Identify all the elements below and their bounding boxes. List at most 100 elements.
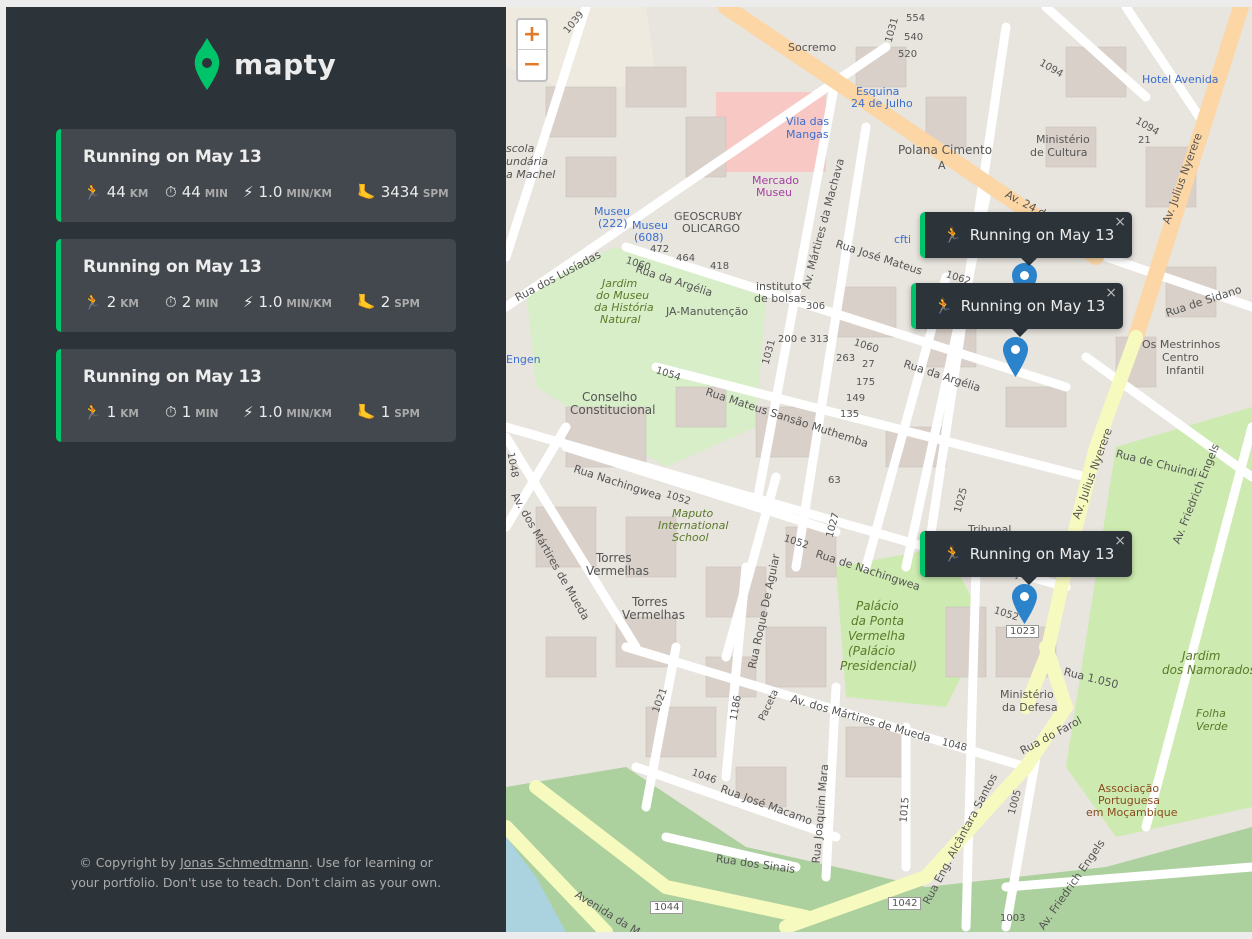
cadence-value: 1 xyxy=(380,403,391,421)
app-name: mapty xyxy=(234,47,337,81)
map-place-label: Centro xyxy=(1162,351,1199,364)
map-number-label: 472 xyxy=(650,244,670,255)
map-place-label: Torres xyxy=(596,551,632,565)
pace-value: 1.0 xyxy=(258,183,283,201)
cadence-detail: 🦶 3434 spm xyxy=(357,183,449,201)
workout-popup[interactable]: 🏃 Running on May 13 × xyxy=(920,212,1132,266)
map-place-label: (222) xyxy=(598,217,628,230)
zoom-in-button[interactable]: + xyxy=(518,20,546,50)
running-icon: 🏃 xyxy=(943,226,962,244)
map-place-label: a Machel xyxy=(506,168,556,181)
map-place-label: Os Mestrinhos xyxy=(1142,338,1221,351)
running-icon: 🏃 xyxy=(83,183,102,201)
cadence-unit: spm xyxy=(394,408,420,420)
logo: mapty xyxy=(192,38,336,90)
distance-unit: km xyxy=(129,188,149,200)
workout-item[interactable]: Running on May 13 🏃 1 km ⏱ 1 min ⚡ 1.0 xyxy=(56,349,456,442)
running-icon: 🏃 xyxy=(83,293,102,311)
workout-item[interactable]: Running on May 13 🏃 44 km ⏱ 44 min ⚡ 1. xyxy=(56,129,456,222)
stopwatch-icon: ⏱ xyxy=(165,183,177,201)
app: mapty Running on May 13 🏃 44 km ⏱ 44 min xyxy=(6,7,1252,932)
distance-detail: 🏃 44 km xyxy=(83,183,165,201)
popup-close-button[interactable]: × xyxy=(1105,285,1117,301)
distance-value: 1 xyxy=(106,403,117,421)
copyright-prefix: © Copyright by xyxy=(79,855,181,870)
map-place-label: Infantil xyxy=(1166,364,1205,377)
duration-value: 44 xyxy=(181,183,201,201)
map-number-label: 540 xyxy=(904,32,924,43)
pace-value: 1.0 xyxy=(258,403,283,421)
map-place-label: 24 de Julho xyxy=(851,97,913,110)
map-place-label: Vermelhas xyxy=(622,608,685,622)
popup-text: Running on May 13 xyxy=(969,226,1115,244)
map-place-label: Museu xyxy=(756,186,792,199)
footprint-icon: 🦶 xyxy=(357,183,376,201)
road-shield: 1042 xyxy=(888,897,922,910)
popup-close-button[interactable]: × xyxy=(1114,533,1126,549)
map-place-label: de bolsas xyxy=(754,292,807,305)
map-number-label: 554 xyxy=(906,13,926,24)
workout-item[interactable]: Running on May 13 🏃 2 km ⏱ 2 min ⚡ 1.0 xyxy=(56,239,456,332)
popup-close-button[interactable]: × xyxy=(1114,214,1126,230)
map-number-label: 21 xyxy=(1138,135,1151,146)
running-icon: 🏃 xyxy=(934,297,953,315)
cadence-value: 2 xyxy=(380,293,391,311)
duration-detail: ⏱ 44 min xyxy=(165,183,243,201)
distance-detail: 🏃 1 km xyxy=(83,403,165,421)
distance-value: 44 xyxy=(106,183,126,201)
map-number-label: 418 xyxy=(710,261,730,272)
map-number-label: 1015 xyxy=(898,796,912,823)
pace-unit: min/km xyxy=(286,188,332,200)
map-place-label: Natural xyxy=(600,313,641,326)
workout-popup[interactable]: 🏃 Running on May 13 × xyxy=(920,531,1132,585)
map-place-label: scola xyxy=(506,142,535,155)
map-place-label: Constitucional xyxy=(570,403,656,417)
popup-text: Running on May 13 xyxy=(960,297,1106,315)
map-place-label: undária xyxy=(506,155,548,168)
duration-unit: min xyxy=(195,408,219,420)
road-shield: 1023 xyxy=(1006,625,1040,638)
duration-detail: ⏱ 2 min xyxy=(165,293,243,311)
map-place-label: (608) xyxy=(634,231,664,244)
cadence-unit: spm xyxy=(422,188,449,200)
map-place-label: A xyxy=(938,159,946,172)
map-place-label: Hotel Avenida xyxy=(1142,73,1219,86)
map-marker-icon[interactable] xyxy=(1012,584,1037,624)
zoom-out-button[interactable]: − xyxy=(518,50,546,80)
workout-details: 🏃 2 km ⏱ 2 min ⚡ 1.0 min/km xyxy=(83,293,456,311)
author-link[interactable]: Jonas Schmedtmann xyxy=(180,855,309,870)
pace-detail: ⚡ 1.0 min/km xyxy=(243,403,357,421)
pace-value: 1.0 xyxy=(258,293,283,311)
distance-unit: km xyxy=(120,408,139,420)
workout-details: 🏃 44 km ⏱ 44 min ⚡ 1.0 min/km xyxy=(83,183,456,201)
map-pin-logo-icon xyxy=(194,38,220,90)
map-place-label: Engen xyxy=(506,353,541,366)
map-number-label: 263 xyxy=(836,353,856,364)
map-place-label: Jardim xyxy=(1182,649,1221,663)
map-place-label: Folha xyxy=(1196,707,1226,720)
workout-title: Running on May 13 xyxy=(83,367,262,387)
map-place-label: OLICARGO xyxy=(682,222,741,235)
road-shield: 1044 xyxy=(650,901,684,914)
running-icon: 🏃 xyxy=(943,545,962,563)
cadence-detail: 🦶 2 spm xyxy=(357,293,420,311)
map-marker-icon[interactable] xyxy=(1003,337,1028,377)
map-place-label: Ministério xyxy=(1000,688,1054,701)
map-number-label: 1003 xyxy=(1000,913,1026,924)
duration-unit: min xyxy=(195,298,219,310)
map-number-label: 63 xyxy=(828,475,841,486)
duration-unit: min xyxy=(204,188,228,200)
copyright: © Copyright by Jonas Schmedtmann. Use fo… xyxy=(66,853,446,893)
map-place-label: Vila das xyxy=(786,115,830,128)
map-place-label: School xyxy=(672,531,709,544)
map-place-label: Socremo xyxy=(788,41,837,54)
map-place-label: cfti xyxy=(894,233,912,246)
map-place-label: Verde xyxy=(1196,720,1228,733)
workout-popup[interactable]: 🏃 Running on May 13 × xyxy=(911,283,1123,337)
map-place-label: em Moçambique xyxy=(1086,806,1178,819)
pace-unit: min/km xyxy=(286,298,332,310)
map[interactable]: Av. 24 de Julho Av. Julius Nyerere Av. J… xyxy=(506,7,1252,932)
map-place-label: Mangas xyxy=(786,128,829,141)
map-place-label: Vermelhas xyxy=(586,564,649,578)
workout-list: Running on May 13 🏃 44 km ⏱ 44 min ⚡ 1. xyxy=(56,129,456,459)
